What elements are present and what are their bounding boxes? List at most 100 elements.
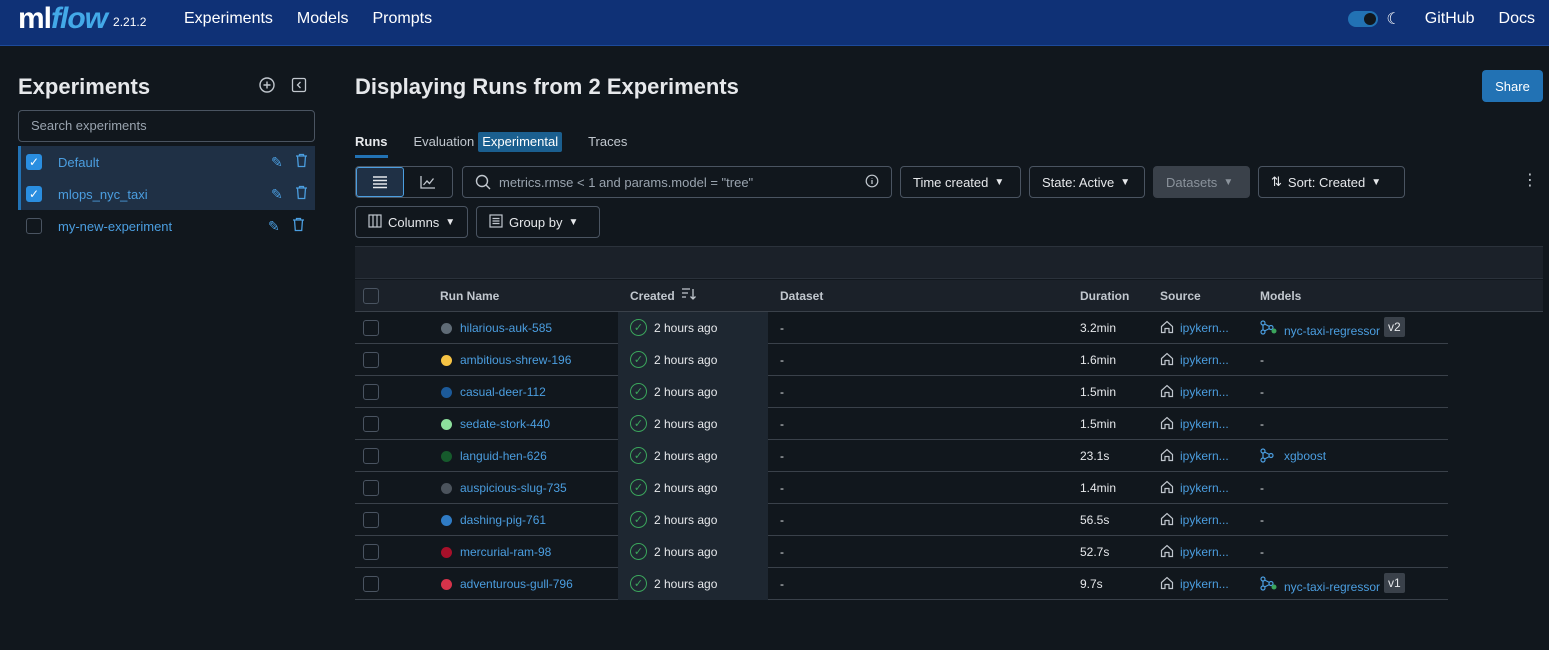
source-link[interactable]: ipykern... [1180, 545, 1229, 559]
model-name[interactable]: nyc-taxi-regressor [1284, 324, 1380, 338]
run-color-dot[interactable] [441, 515, 452, 526]
model-name[interactable]: nyc-taxi-regressor [1284, 580, 1380, 594]
table-row[interactable]: languid-hen-626 ✓ 2 hours ago - 23.1s ip… [355, 440, 1448, 472]
tab-runs[interactable]: Runs [355, 132, 388, 158]
table-row[interactable]: mercurial-ram-98 ✓ 2 hours ago - 52.7s i… [355, 536, 1448, 568]
experiment-name[interactable]: my-new-experiment [58, 219, 172, 234]
row-checkbox[interactable] [363, 512, 379, 528]
run-name-link[interactable]: languid-hen-626 [460, 449, 547, 463]
state-dropdown[interactable]: State: Active ▼ [1029, 166, 1145, 198]
experiment-item[interactable]: ✓ mlops_nyc_taxi ✎ [18, 178, 315, 210]
table-row[interactable]: dashing-pig-761 ✓ 2 hours ago - 56.5s ip… [355, 504, 1448, 536]
run-color-dot[interactable] [441, 579, 452, 590]
search-runs-input[interactable]: metrics.rmse < 1 and params.model = "tre… [462, 166, 892, 198]
run-color-dot[interactable] [441, 483, 452, 494]
github-link[interactable]: GitHub [1425, 10, 1475, 28]
header-duration[interactable]: Duration [1080, 289, 1129, 303]
source-link[interactable]: ipykern... [1180, 353, 1229, 367]
run-color-dot[interactable] [441, 419, 452, 430]
mlflow-logo[interactable]: ml flow 2.21.2 [18, 0, 146, 40]
table-row[interactable]: auspicious-slug-735 ✓ 2 hours ago - 1.4m… [355, 472, 1448, 504]
edit-icon[interactable]: ✎ [271, 154, 283, 171]
tab-evaluation[interactable]: Evaluation Experimental [414, 132, 563, 158]
nav-experiments[interactable]: Experiments [184, 10, 273, 28]
run-name-link[interactable]: adventurous-gull-796 [460, 577, 573, 591]
edit-icon[interactable]: ✎ [268, 218, 280, 235]
dark-mode-toggle[interactable] [1348, 11, 1379, 27]
experiment-item[interactable]: ✓ Default ✎ [18, 146, 315, 178]
docs-link[interactable]: Docs [1499, 10, 1535, 28]
row-checkbox[interactable] [363, 384, 379, 400]
source-link[interactable]: ipykern... [1180, 417, 1229, 431]
run-color-dot[interactable] [441, 355, 452, 366]
columns-dropdown[interactable]: Columns ▼ [355, 206, 468, 238]
edit-icon[interactable]: ✎ [271, 186, 283, 203]
row-checkbox[interactable] [363, 576, 379, 592]
trash-icon[interactable] [295, 153, 308, 171]
trash-icon[interactable] [292, 217, 305, 235]
add-experiment-icon[interactable] [258, 76, 276, 94]
group-by-dropdown[interactable]: Group by ▼ [476, 206, 600, 238]
model-link[interactable]: nyc-taxi-regressor v2 [1284, 317, 1405, 341]
row-checkbox[interactable] [363, 352, 379, 368]
source-link[interactable]: ipykern... [1180, 321, 1229, 335]
source-link[interactable]: ipykern... [1180, 449, 1229, 463]
run-name-link[interactable]: mercurial-ram-98 [460, 545, 551, 559]
tab-traces[interactable]: Traces [588, 132, 627, 158]
run-color-dot[interactable] [441, 323, 452, 334]
table-row[interactable]: sedate-stork-440 ✓ 2 hours ago - 1.5min … [355, 408, 1448, 440]
datasets-dropdown[interactable]: Datasets ▼ [1153, 166, 1250, 198]
run-name-link[interactable]: dashing-pig-761 [460, 513, 546, 527]
row-checkbox[interactable] [363, 544, 379, 560]
header-models[interactable]: Models [1260, 289, 1301, 303]
source-link[interactable]: ipykern... [1180, 577, 1229, 591]
nav-models[interactable]: Models [297, 10, 349, 28]
source-link[interactable]: ipykern... [1180, 385, 1229, 399]
sort-desc-icon[interactable] [681, 287, 697, 304]
run-name-link[interactable]: hilarious-auk-585 [460, 321, 552, 335]
row-checkbox[interactable] [363, 416, 379, 432]
model-link[interactable]: nyc-taxi-regressor v1 [1284, 573, 1405, 597]
run-color-dot[interactable] [441, 547, 452, 558]
run-name-link[interactable]: auspicious-slug-735 [460, 481, 567, 495]
trash-icon[interactable] [295, 185, 308, 203]
header-run-name[interactable]: Run Name [440, 289, 499, 303]
header-source[interactable]: Source [1160, 289, 1201, 303]
run-color-dot[interactable] [441, 451, 452, 462]
table-row[interactable]: casual-deer-112 ✓ 2 hours ago - 1.5min i… [355, 376, 1448, 408]
run-color-dot[interactable] [441, 387, 452, 398]
model-version-tag[interactable]: v1 [1384, 573, 1405, 593]
row-checkbox[interactable] [363, 448, 379, 464]
experiment-checkbox[interactable]: ✓ [26, 186, 42, 202]
select-all-checkbox[interactable] [363, 288, 379, 304]
table-row[interactable]: adventurous-gull-796 ✓ 2 hours ago - 9.7… [355, 568, 1448, 600]
chart-view-button[interactable] [404, 167, 452, 197]
header-dataset[interactable]: Dataset [780, 289, 823, 303]
share-button[interactable]: Share [1482, 70, 1543, 102]
row-checkbox[interactable] [363, 480, 379, 496]
experiment-checkbox[interactable]: ✓ [26, 154, 42, 170]
more-options-icon[interactable]: ⋮ [1522, 172, 1538, 190]
run-name-link[interactable]: ambitious-shrew-196 [460, 353, 571, 367]
experiment-name[interactable]: mlops_nyc_taxi [58, 187, 148, 202]
table-row[interactable]: hilarious-auk-585 ✓ 2 hours ago - 3.2min… [355, 312, 1448, 344]
model-link[interactable]: xgboost [1284, 449, 1326, 463]
info-icon[interactable] [865, 174, 879, 191]
source-link[interactable]: ipykern... [1180, 513, 1229, 527]
time-created-dropdown[interactable]: Time created ▼ [900, 166, 1021, 198]
run-name-link[interactable]: casual-deer-112 [460, 385, 546, 399]
table-row[interactable]: ambitious-shrew-196 ✓ 2 hours ago - 1.6m… [355, 344, 1448, 376]
header-created[interactable]: Created [630, 289, 675, 303]
sort-dropdown[interactable]: ⇅ Sort: Created ▼ [1258, 166, 1405, 198]
experiment-name[interactable]: Default [58, 155, 99, 170]
collapse-sidebar-icon[interactable] [290, 76, 308, 94]
row-checkbox[interactable] [363, 320, 379, 336]
run-name-link[interactable]: sedate-stork-440 [460, 417, 550, 431]
search-experiments-input[interactable]: Search experiments [18, 110, 315, 142]
experiment-item[interactable]: my-new-experiment ✎ [18, 210, 315, 242]
nav-prompts[interactable]: Prompts [373, 10, 433, 28]
model-name[interactable]: xgboost [1284, 449, 1326, 463]
experiment-checkbox[interactable] [26, 218, 42, 234]
model-version-tag[interactable]: v2 [1384, 317, 1405, 337]
list-view-button[interactable] [356, 167, 405, 197]
